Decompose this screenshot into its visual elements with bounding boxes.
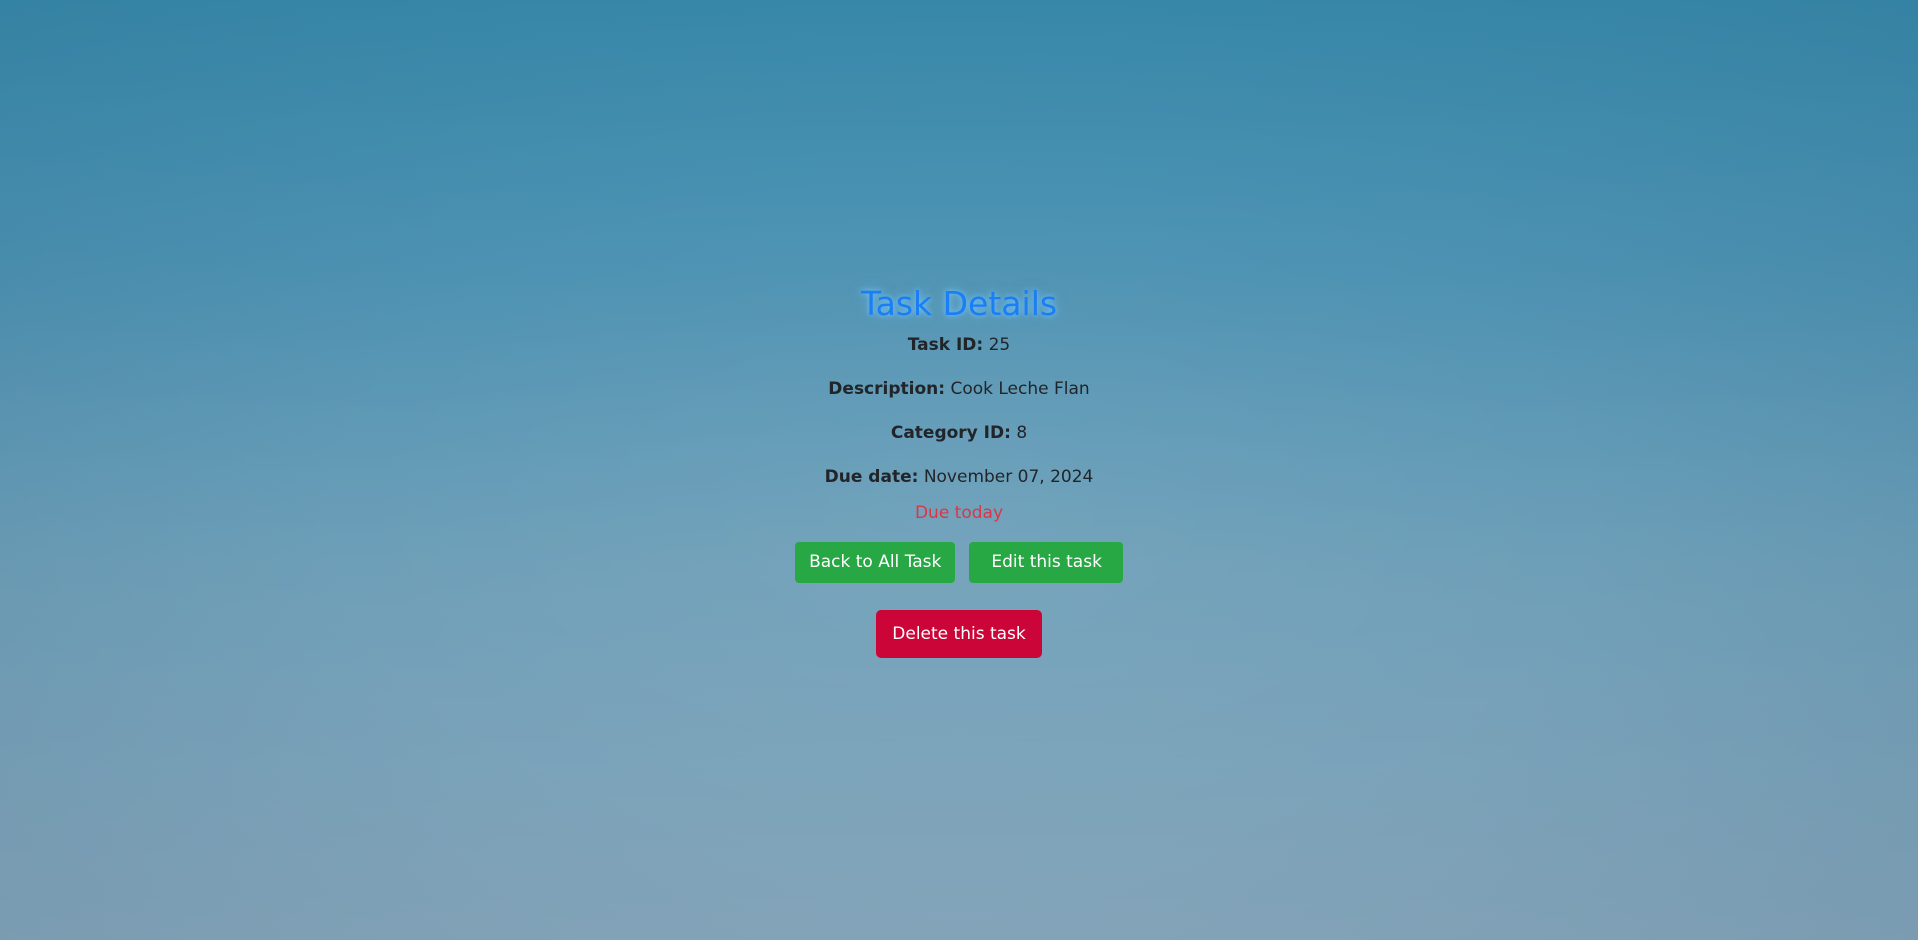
task-id-label: Task ID: — [907, 335, 984, 355]
due-status-text: Due today — [914, 503, 1004, 523]
category-value: 8 — [1016, 423, 1028, 443]
task-id-value: 25 — [988, 335, 1011, 355]
task-details-card: Task Details Task ID: 25 Description: Co… — [0, 278, 1918, 658]
delete-task-button[interactable]: Delete this task — [876, 610, 1042, 658]
task-id-field: Task ID: 25 — [0, 333, 1918, 377]
category-label: Category ID: — [890, 423, 1011, 443]
description-value: Cook Leche Flan — [950, 379, 1090, 399]
category-field: Category ID: 8 — [0, 421, 1918, 465]
due-date-label: Due date: — [824, 467, 919, 487]
description-label: Description: — [828, 379, 946, 399]
page-title: Task Details — [860, 284, 1058, 323]
action-buttons: Back to All Task Edit this task — [0, 542, 1918, 583]
edit-task-button[interactable]: Edit this task — [969, 542, 1123, 583]
description-field: Description: Cook Leche Flan — [0, 377, 1918, 421]
due-date-value: November 07, 2024 — [923, 467, 1094, 487]
back-to-all-tasks-button[interactable]: Back to All Task — [795, 542, 956, 583]
delete-row: Delete this task — [0, 610, 1918, 658]
